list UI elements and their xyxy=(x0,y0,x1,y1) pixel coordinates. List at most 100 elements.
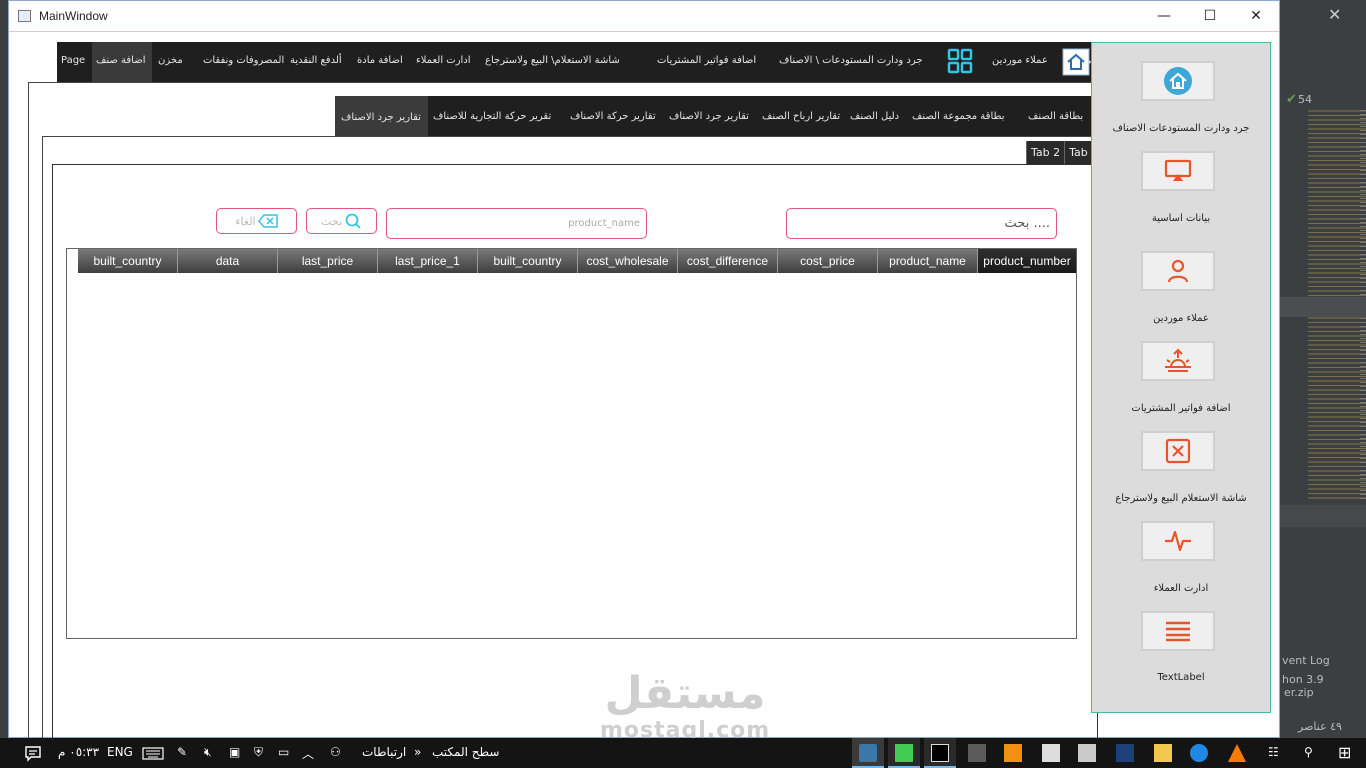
volume-muted-icon[interactable]: 🔇︎ xyxy=(204,745,212,760)
tab-2[interactable]: Tab 2 xyxy=(1026,141,1065,164)
column-header[interactable]: data xyxy=(178,249,278,273)
title-bar[interactable]: MainWindow — ☐ ✕ xyxy=(9,1,1279,32)
maximize-button[interactable]: ☐ xyxy=(1187,8,1233,24)
product-name-input[interactable]: product_name xyxy=(386,208,647,239)
tab-item-inventory-reports-active[interactable]: تقارير جرد الاصناف xyxy=(335,96,428,136)
window-title: MainWindow xyxy=(39,9,108,23)
chevron-up-icon[interactable]: ︿ xyxy=(302,745,314,762)
notification-icon[interactable] xyxy=(24,744,42,762)
ide-tool-header xyxy=(1280,505,1366,527)
store-icon[interactable] xyxy=(1078,744,1096,762)
menu-item-expenses[interactable]: المصروفات ونفقات xyxy=(203,55,284,66)
column-header[interactable]: built_country xyxy=(78,249,178,273)
app-icon[interactable] xyxy=(968,744,986,762)
mail-icon[interactable] xyxy=(1042,744,1060,762)
column-header[interactable]: cost_price xyxy=(778,249,878,273)
keyboard-icon[interactable] xyxy=(142,744,164,762)
search-icon[interactable]: ⚲ xyxy=(1304,745,1313,759)
tab-item-group-card[interactable]: بطاقة مجموعة الصنف xyxy=(912,111,1005,122)
sidebar-label: TextLabel xyxy=(1157,672,1205,683)
menu-item-inventory[interactable]: جرد ودارت المستودعات \ الاصناف xyxy=(779,55,923,66)
search-button[interactable]: بحث xyxy=(306,208,377,234)
background-ide-panel: ✕ ✔ 54 vent Log hon 3.9 er.zip ٤٩ عناصر xyxy=(1280,0,1366,738)
tab-item-inventory-reports[interactable]: تقارير جرد الاصناف xyxy=(669,111,749,122)
tab-item-movement-reports[interactable]: تقارير حركة الاصناف xyxy=(570,111,656,122)
menu-item-add-item[interactable]: اضافة صنف xyxy=(96,55,146,66)
chevron-icon[interactable]: » xyxy=(414,745,421,759)
product-name-placeholder: product_name xyxy=(568,218,640,229)
menu-item-cash-payment[interactable]: ألدفع النقدية xyxy=(290,55,342,66)
search-input[interactable]: بحث .... xyxy=(786,208,1057,239)
sidebar-button[interactable] xyxy=(1141,341,1215,381)
folder-icon[interactable] xyxy=(1154,744,1172,762)
home-icon[interactable] xyxy=(1062,48,1090,76)
desktop-toolbar[interactable]: سطح المكتب xyxy=(432,745,499,759)
column-header[interactable]: cost_wholesale xyxy=(578,249,678,273)
cancel-button[interactable]: الغاء xyxy=(216,208,297,234)
people-icon[interactable]: ⚇ xyxy=(330,745,341,759)
menu-item-clients-admin[interactable]: ادارت العملاء xyxy=(416,55,471,66)
connections-toolbar[interactable]: ارتباطات xyxy=(362,745,406,759)
clock[interactable]: ٠٥:٣٣ م xyxy=(58,745,99,759)
menu-item-page[interactable]: Page xyxy=(61,55,85,66)
ide-zip-label: er.zip xyxy=(1284,686,1314,699)
backspace-icon xyxy=(257,214,278,228)
side-navigation: جرد ودارت المستودعات الاصناف بيانات اساس… xyxy=(1091,42,1271,713)
menu-item-add-material[interactable]: اضافة مادة xyxy=(357,55,403,66)
menu-icon xyxy=(1166,621,1190,642)
vlc-icon[interactable] xyxy=(1228,744,1246,762)
sidebar-label: ادارت العملاء xyxy=(1153,583,1209,594)
menu-item-query-sales[interactable]: شاشة الاستعلام\ البيع ولاسترجاع xyxy=(485,55,620,66)
sidebar-button[interactable] xyxy=(1141,521,1215,561)
sidebar-button[interactable] xyxy=(1141,61,1215,101)
tab-item-guide[interactable]: دليل الصنف xyxy=(850,111,899,122)
start-icon[interactable]: ⊞ xyxy=(1338,743,1351,762)
column-header[interactable]: last_price_1 xyxy=(378,249,478,273)
items-table[interactable]: built_country data last_price last_price… xyxy=(66,248,1077,639)
column-header[interactable]: product_name xyxy=(878,249,978,273)
column-header[interactable]: last_price xyxy=(278,249,378,273)
sublime-icon[interactable] xyxy=(1004,744,1022,762)
sidebar-button[interactable] xyxy=(1141,431,1215,471)
grid-icon[interactable] xyxy=(947,48,973,74)
task-view-icon[interactable]: ☷ xyxy=(1268,745,1279,759)
sidebar-label: اضافة فواتير المشتريات xyxy=(1131,403,1231,414)
pycharm-icon xyxy=(931,744,949,762)
minimize-button[interactable]: — xyxy=(1141,8,1187,24)
sidebar-label: جرد ودارت المستودعات الاصناف xyxy=(1112,123,1250,134)
pen-icon[interactable]: ✎ xyxy=(177,745,187,759)
sidebar-button[interactable] xyxy=(1141,611,1215,651)
python-app-icon xyxy=(859,744,877,762)
tab-item-card[interactable]: بطاقة الصنف xyxy=(1028,111,1083,122)
menu-item-warehouse[interactable]: مخزن xyxy=(158,55,183,66)
watermark: مستقل mostaql.com xyxy=(600,668,770,742)
close-window-button[interactable]: ✕ xyxy=(1233,8,1279,24)
tab-item-profit-reports[interactable]: تقارير ارباح الصنف xyxy=(762,111,840,122)
column-header[interactable]: cost_difference xyxy=(678,249,778,273)
ide-python-version[interactable]: hon 3.9 xyxy=(1282,673,1324,686)
ide-event-log[interactable]: vent Log xyxy=(1282,654,1330,667)
network-icon[interactable]: ▣ xyxy=(229,745,240,759)
menu-item-clients-suppliers[interactable]: عملاء موردين xyxy=(992,55,1048,66)
qt-designer-icon xyxy=(895,744,913,762)
app-icon xyxy=(18,10,31,22)
taskbar: ٠٥:٣٣ م ENG ✎ 🔇︎ ▣ ⛨ ▭ ︿ ⚇ ارتباطات » سط… xyxy=(0,738,1366,768)
edge-icon[interactable] xyxy=(1190,744,1208,762)
search-icon xyxy=(345,213,361,229)
column-header[interactable]: built_country xyxy=(478,249,578,273)
menu-item-purchase-invoices[interactable]: اضافة فواتير المشتريات xyxy=(657,55,756,66)
home-icon xyxy=(1164,67,1192,95)
watermark-arabic: مستقل xyxy=(604,668,766,719)
tab-item-commercial-movement[interactable]: تقرير حركة التجارية للاصناف xyxy=(433,111,551,122)
sidebar-label: عملاء موردين xyxy=(1153,313,1209,324)
column-header[interactable]: product_number xyxy=(978,249,1076,273)
sunrise-icon xyxy=(1165,348,1191,372)
sidebar-button[interactable] xyxy=(1141,151,1215,191)
security-icon[interactable]: ⛨ xyxy=(254,745,263,760)
battery-icon[interactable]: ▭ xyxy=(278,745,289,759)
top-menu-bar: عملاء موردين جرد ودارت المستودعات \ الاص… xyxy=(57,42,1091,82)
app-blue-icon[interactable] xyxy=(1116,744,1134,762)
language-indicator[interactable]: ENG xyxy=(107,745,133,759)
sidebar-label: بيانات اساسية xyxy=(1151,213,1211,224)
sidebar-button[interactable] xyxy=(1141,251,1215,291)
